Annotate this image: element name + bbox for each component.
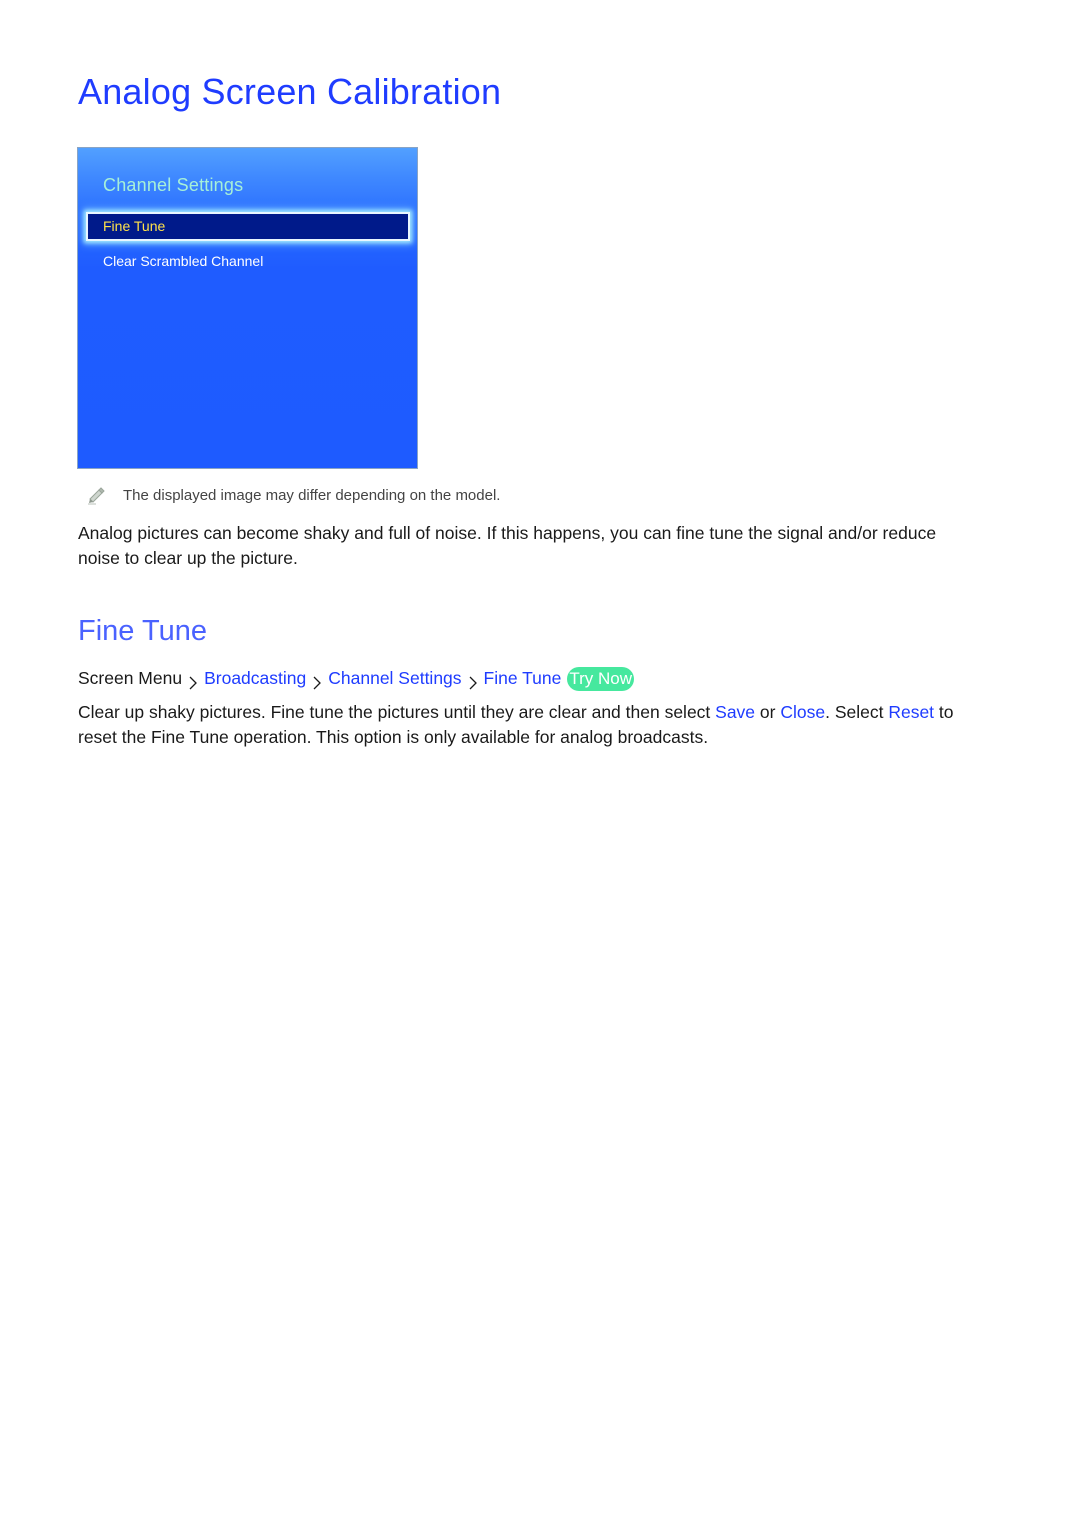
tv-menu-title: Channel Settings (103, 175, 244, 195)
chevron-right-icon (312, 672, 322, 689)
pencil-icon (86, 485, 106, 505)
breadcrumb-screen-menu: Screen Menu (78, 668, 183, 688)
chevron-right-icon (188, 672, 198, 689)
save-option: Save (715, 702, 756, 722)
fine-tune-description: Clear up shaky pictures. Fine tune the p… (78, 700, 978, 750)
intro-paragraph: Analog pictures can become shaky and ful… (78, 523, 937, 568)
tv-menu-screenshot: Channel Settings Fine Tune Clear Scrambl… (77, 147, 418, 469)
chevron-right-icon (468, 672, 478, 689)
close-option: Close (780, 702, 826, 722)
reset-option: Reset (888, 702, 935, 722)
breadcrumb-channel-settings[interactable]: Channel Settings (328, 666, 461, 691)
note-text: The displayed image may differ depending… (123, 486, 501, 504)
description-text: Clear up shaky pictures. Fine tune the p… (78, 702, 716, 722)
try-now-button[interactable]: Try Now (567, 666, 635, 691)
description-text: or (755, 702, 781, 722)
tv-menu-item-fine-tune: Fine Tune (86, 212, 410, 241)
breadcrumb-fine-tune[interactable]: Fine Tune (484, 666, 562, 691)
page-title: Analog Screen Calibration (78, 71, 502, 112)
note: The displayed image may differ depending… (86, 483, 500, 507)
breadcrumb: Screen Menu Broadcasting Channel Setting… (78, 666, 635, 691)
tv-menu-item-clear-scrambled-channel: Clear Scrambled Channel (103, 253, 264, 269)
description-text: . Select (825, 702, 889, 722)
section-title: Fine Tune (78, 615, 207, 647)
breadcrumb-broadcasting[interactable]: Broadcasting (204, 666, 306, 691)
